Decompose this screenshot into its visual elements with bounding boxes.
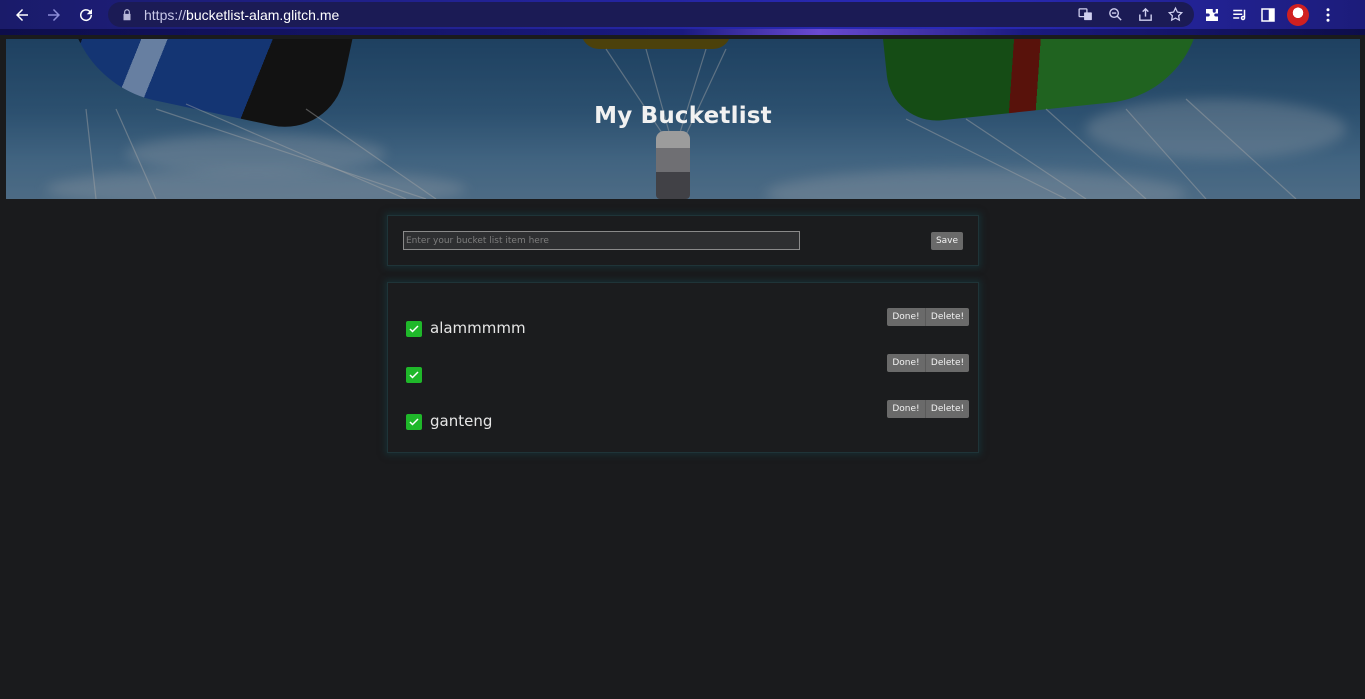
side-panel-icon[interactable] (1259, 6, 1277, 24)
extensions-puzzle-icon[interactable] (1203, 6, 1221, 24)
list-item-actions: Done! Delete! (887, 354, 969, 372)
bucket-item-input[interactable] (403, 231, 800, 250)
browser-toolbar: https://bucketlist-alam.glitch.me (0, 0, 1365, 29)
bucket-list-card: alammmmm Done! Delete! Done! Delete! gan… (387, 282, 979, 453)
list-item-actions: Done! Delete! (887, 308, 969, 326)
forward-button[interactable] (38, 0, 70, 29)
page-title: My Bucketlist (594, 103, 772, 129)
address-bar[interactable]: https://bucketlist-alam.glitch.me (108, 2, 1194, 27)
save-button[interactable]: Save (931, 232, 963, 250)
address-bar-actions (1077, 2, 1184, 27)
extension-area (1203, 0, 1337, 29)
checkmark-icon (409, 371, 419, 379)
checkbox-checked[interactable] (406, 367, 422, 383)
list-item-text: ganteng (430, 412, 493, 430)
checkmark-icon (409, 325, 419, 333)
translate-icon[interactable] (1077, 6, 1094, 23)
url-host: bucketlist-alam.glitch.me (186, 6, 340, 23)
bookmark-star-icon[interactable] (1167, 6, 1184, 23)
hero-banner: My Bucketlist (6, 39, 1360, 199)
done-button[interactable]: Done! (887, 308, 925, 326)
reload-button[interactable] (70, 0, 102, 29)
kebab-menu-icon[interactable] (1319, 6, 1337, 24)
checkmark-icon (409, 418, 419, 426)
url-text: https://bucketlist-alam.glitch.me (144, 7, 339, 23)
checkbox-checked[interactable] (406, 321, 422, 337)
share-icon[interactable] (1137, 6, 1154, 23)
delete-button[interactable]: Delete! (925, 308, 969, 326)
list-item: ganteng Done! Delete! (406, 400, 969, 440)
back-button[interactable] (6, 0, 38, 29)
media-playlist-icon[interactable] (1231, 6, 1249, 24)
arrow-right-icon (48, 8, 60, 21)
done-button[interactable]: Done! (887, 400, 925, 418)
toolbar-divider (0, 29, 1365, 35)
reload-icon (80, 8, 93, 21)
checkbox-checked[interactable] (406, 414, 422, 430)
delete-button[interactable]: Delete! (925, 354, 969, 372)
url-scheme: https:// (144, 6, 187, 23)
done-button[interactable]: Done! (887, 354, 925, 372)
add-item-card: Save (387, 215, 979, 266)
zoom-icon[interactable] (1107, 6, 1124, 23)
list-item-actions: Done! Delete! (887, 400, 969, 418)
list-item: alammmmm Done! Delete! (406, 308, 969, 347)
list-item: Done! Delete! (406, 354, 969, 393)
list-item-text: alammmmm (430, 319, 526, 337)
delete-button[interactable]: Delete! (925, 400, 969, 418)
lock-icon (123, 8, 131, 20)
arrow-left-icon (16, 8, 28, 21)
profile-avatar[interactable] (1287, 3, 1309, 26)
